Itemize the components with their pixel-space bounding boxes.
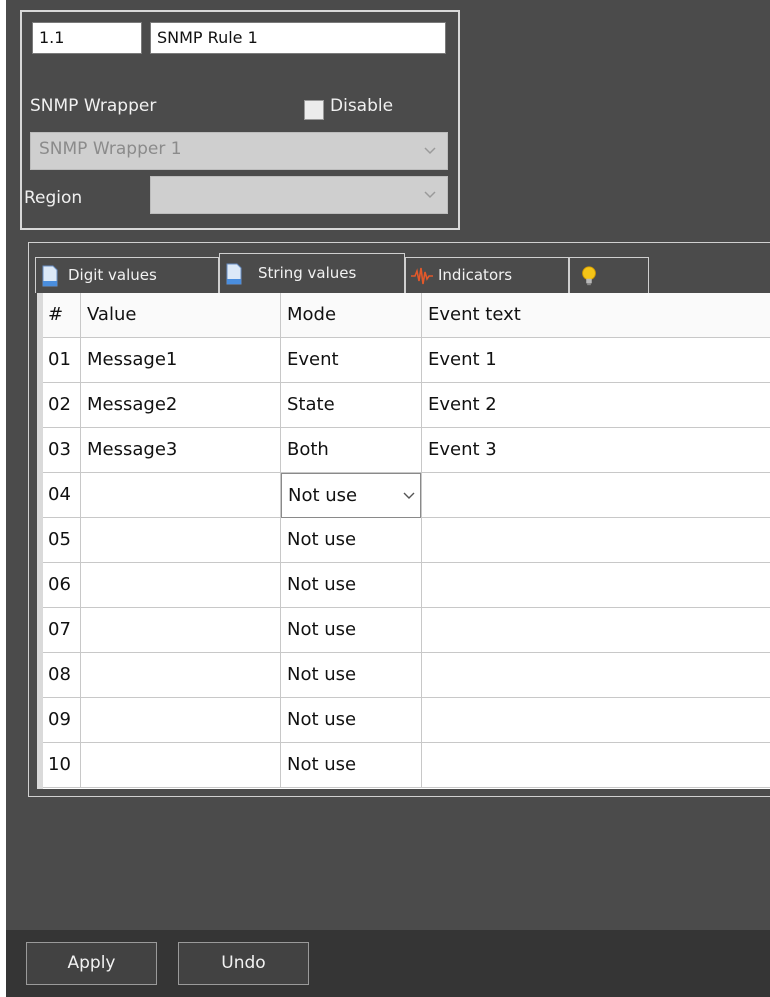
mode-dropdown-value: Not use bbox=[288, 485, 358, 506]
tab-digit-values-label: Digit values bbox=[68, 266, 157, 284]
header-mode[interactable]: Mode bbox=[281, 293, 422, 338]
snmp-rule-window: 1.1 SNMP Rule 1 SNMP Wrapper Disable SNM… bbox=[6, 0, 770, 997]
disable-label: Disable bbox=[330, 96, 394, 116]
table-row[interactable]: 08 Not use bbox=[43, 653, 770, 698]
table-row[interactable]: 05 Not use bbox=[43, 518, 770, 563]
apply-button[interactable]: Apply bbox=[26, 942, 157, 985]
row-number-cell[interactable]: 06 bbox=[43, 563, 81, 608]
row-number-cell[interactable]: 04 bbox=[43, 473, 81, 518]
event-text-cell[interactable] bbox=[422, 608, 770, 653]
mode-cell[interactable]: Not use bbox=[281, 653, 422, 698]
tab-string-values[interactable]: String values bbox=[219, 253, 405, 293]
mode-cell[interactable]: Event bbox=[281, 338, 422, 383]
value-cell[interactable]: Message3 bbox=[81, 428, 281, 473]
row-number-cell[interactable]: 09 bbox=[43, 698, 81, 743]
row-number-cell[interactable]: 08 bbox=[43, 653, 81, 698]
mode-cell[interactable]: Not use bbox=[281, 608, 422, 653]
tab-indicators-label: Indicators bbox=[438, 266, 513, 284]
value-cell[interactable] bbox=[81, 473, 281, 518]
header-value[interactable]: Value bbox=[81, 293, 281, 338]
table-row[interactable]: 07 Not use bbox=[43, 608, 770, 653]
region-select[interactable] bbox=[150, 176, 448, 214]
row-number-cell[interactable]: 02 bbox=[43, 383, 81, 428]
row-number-cell[interactable]: 10 bbox=[43, 743, 81, 788]
tab-string-values-label: String values bbox=[258, 264, 357, 282]
document-icon bbox=[226, 263, 242, 285]
mode-cell[interactable]: Not use bbox=[281, 743, 422, 788]
event-text-cell[interactable] bbox=[422, 563, 770, 608]
row-number-cell[interactable]: 07 bbox=[43, 608, 81, 653]
mode-cell[interactable]: Not use bbox=[281, 518, 422, 563]
row-number-cell[interactable]: 05 bbox=[43, 518, 81, 563]
tab-indicators[interactable]: Indicators bbox=[405, 257, 569, 293]
event-text-cell[interactable] bbox=[422, 473, 770, 518]
header-number[interactable]: # bbox=[43, 293, 81, 338]
mode-cell[interactable]: Not use bbox=[281, 698, 422, 743]
document-icon bbox=[42, 265, 58, 287]
mode-cell[interactable]: Not use bbox=[281, 473, 422, 518]
row-number-cell[interactable]: 01 bbox=[43, 338, 81, 383]
event-text-cell[interactable]: Event 2 bbox=[422, 383, 770, 428]
table-row[interactable]: 03 Message3 Both Event 3 bbox=[43, 428, 770, 473]
chevron-down-icon[interactable] bbox=[402, 489, 416, 503]
rule-name-field[interactable]: SNMP Rule 1 bbox=[150, 22, 446, 54]
table-row[interactable]: 01 Message1 Event Event 1 bbox=[43, 338, 770, 383]
values-tab-panel: Digit values String values Indicators # … bbox=[28, 242, 770, 797]
value-cell[interactable]: Message2 bbox=[81, 383, 281, 428]
lightbulb-icon bbox=[582, 266, 596, 286]
value-cell[interactable] bbox=[81, 563, 281, 608]
header-event-text[interactable]: Event text bbox=[422, 293, 770, 338]
table-row[interactable]: 09 Not use bbox=[43, 698, 770, 743]
event-text-cell[interactable]: Event 1 bbox=[422, 338, 770, 383]
value-cell[interactable] bbox=[81, 698, 281, 743]
footer-bar: Apply Undo bbox=[6, 930, 770, 997]
rule-properties-group: 1.1 SNMP Rule 1 SNMP Wrapper Disable SNM… bbox=[20, 10, 460, 230]
mode-cell[interactable]: Not use bbox=[281, 563, 422, 608]
row-number-cell[interactable]: 03 bbox=[43, 428, 81, 473]
waveform-icon bbox=[411, 267, 433, 285]
value-cell[interactable] bbox=[81, 518, 281, 563]
snmp-wrapper-label: SNMP Wrapper bbox=[30, 96, 157, 116]
tab-digit-values[interactable]: Digit values bbox=[35, 257, 219, 293]
value-cell[interactable] bbox=[81, 653, 281, 698]
event-text-cell[interactable] bbox=[422, 653, 770, 698]
table-row[interactable]: 02 Message2 State Event 2 bbox=[43, 383, 770, 428]
tab-strip: Digit values String values Indicators bbox=[35, 253, 770, 293]
region-label: Region bbox=[24, 188, 83, 208]
tab-hints[interactable] bbox=[569, 257, 649, 293]
event-text-cell[interactable] bbox=[422, 698, 770, 743]
disable-checkbox[interactable] bbox=[304, 100, 324, 120]
table-row[interactable]: 06 Not use bbox=[43, 563, 770, 608]
event-text-cell[interactable]: Event 3 bbox=[422, 428, 770, 473]
value-cell[interactable] bbox=[81, 608, 281, 653]
value-cell[interactable] bbox=[81, 743, 281, 788]
chevron-down-icon bbox=[424, 191, 436, 199]
string-values-table: # Value Mode Event text 01 Message1 Event E… bbox=[37, 293, 770, 789]
snmp-wrapper-select[interactable]: SNMP Wrapper 1 bbox=[30, 132, 448, 170]
table-header: # Value Mode Event text bbox=[43, 293, 770, 338]
undo-button[interactable]: Undo bbox=[178, 942, 309, 985]
chevron-down-icon bbox=[424, 147, 436, 155]
table-row[interactable]: 04 Not use bbox=[43, 473, 770, 518]
snmp-wrapper-select-value: SNMP Wrapper 1 bbox=[39, 139, 182, 159]
rule-number-field[interactable]: 1.1 bbox=[32, 22, 142, 54]
mode-dropdown[interactable]: Not use bbox=[281, 473, 421, 518]
table-row[interactable]: 10 Not use bbox=[43, 743, 770, 788]
mode-cell[interactable]: State bbox=[281, 383, 422, 428]
event-text-cell[interactable] bbox=[422, 743, 770, 788]
event-text-cell[interactable] bbox=[422, 518, 770, 563]
value-cell[interactable]: Message1 bbox=[81, 338, 281, 383]
mode-cell[interactable]: Both bbox=[281, 428, 422, 473]
